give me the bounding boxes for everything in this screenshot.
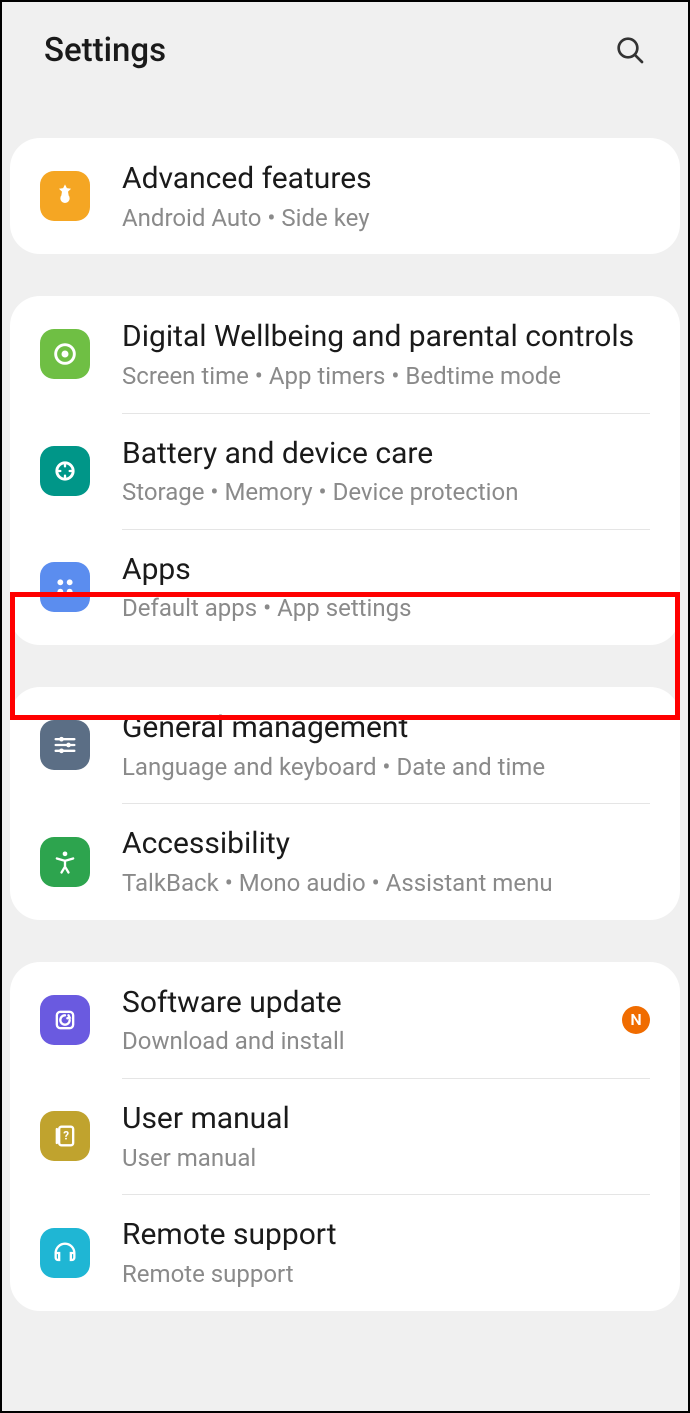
item-title: Software update — [122, 984, 610, 1022]
page-title: Settings — [44, 31, 166, 70]
settings-group-4: Software update Download and install N ?… — [10, 962, 680, 1311]
item-subtitle: User manual — [122, 1144, 650, 1173]
item-subtitle: Default apps • App settings — [122, 594, 650, 623]
settings-list: Advanced features Android Auto • Side ke… — [2, 138, 688, 1311]
settings-item-digital-wellbeing[interactable]: Digital Wellbeing and parental controls … — [10, 296, 680, 412]
item-title: General management — [122, 709, 650, 747]
software-update-icon — [40, 995, 90, 1045]
wellbeing-icon — [40, 329, 90, 379]
item-subtitle: Remote support — [122, 1260, 650, 1289]
settings-group-2: Digital Wellbeing and parental controls … — [10, 296, 680, 645]
settings-item-remote-support[interactable]: Remote support Remote support — [10, 1194, 680, 1310]
settings-item-advanced-features[interactable]: Advanced features Android Auto • Side ke… — [10, 138, 680, 254]
settings-item-accessibility[interactable]: Accessibility TalkBack • Mono audio • As… — [10, 803, 680, 919]
settings-item-general-management[interactable]: General management Language and keyboard… — [10, 687, 680, 803]
apps-icon — [40, 562, 90, 612]
svg-text:?: ? — [63, 1129, 69, 1143]
general-management-icon — [40, 720, 90, 770]
user-manual-icon: ? — [40, 1111, 90, 1161]
item-title: Advanced features — [122, 160, 650, 198]
settings-group-1: Advanced features Android Auto • Side ke… — [10, 138, 680, 254]
settings-item-apps[interactable]: Apps Default apps • App settings — [10, 529, 680, 645]
advanced-features-icon — [40, 171, 90, 221]
search-button[interactable] — [608, 28, 652, 72]
item-title: Battery and device care — [122, 435, 650, 473]
search-icon — [614, 34, 646, 66]
notification-badge: N — [622, 1006, 650, 1034]
device-care-icon — [40, 446, 90, 496]
header: Settings — [2, 2, 688, 98]
item-subtitle: Screen time • App timers • Bedtime mode — [122, 362, 650, 391]
settings-group-3: General management Language and keyboard… — [10, 687, 680, 920]
item-subtitle: Android Auto • Side key — [122, 204, 650, 233]
accessibility-icon — [40, 837, 90, 887]
item-title: Remote support — [122, 1216, 650, 1254]
settings-item-user-manual[interactable]: ? User manual User manual — [10, 1078, 680, 1194]
item-title: Digital Wellbeing and parental controls — [122, 318, 650, 356]
item-title: User manual — [122, 1100, 650, 1138]
item-title: Accessibility — [122, 825, 650, 863]
item-subtitle: TalkBack • Mono audio • Assistant menu — [122, 869, 650, 898]
item-subtitle: Storage • Memory • Device protection — [122, 478, 650, 507]
settings-item-software-update[interactable]: Software update Download and install N — [10, 962, 680, 1078]
item-subtitle: Language and keyboard • Date and time — [122, 753, 650, 782]
remote-support-icon — [40, 1228, 90, 1278]
item-title: Apps — [122, 551, 650, 589]
settings-item-battery-device-care[interactable]: Battery and device care Storage • Memory… — [10, 413, 680, 529]
item-subtitle: Download and install — [122, 1027, 610, 1056]
